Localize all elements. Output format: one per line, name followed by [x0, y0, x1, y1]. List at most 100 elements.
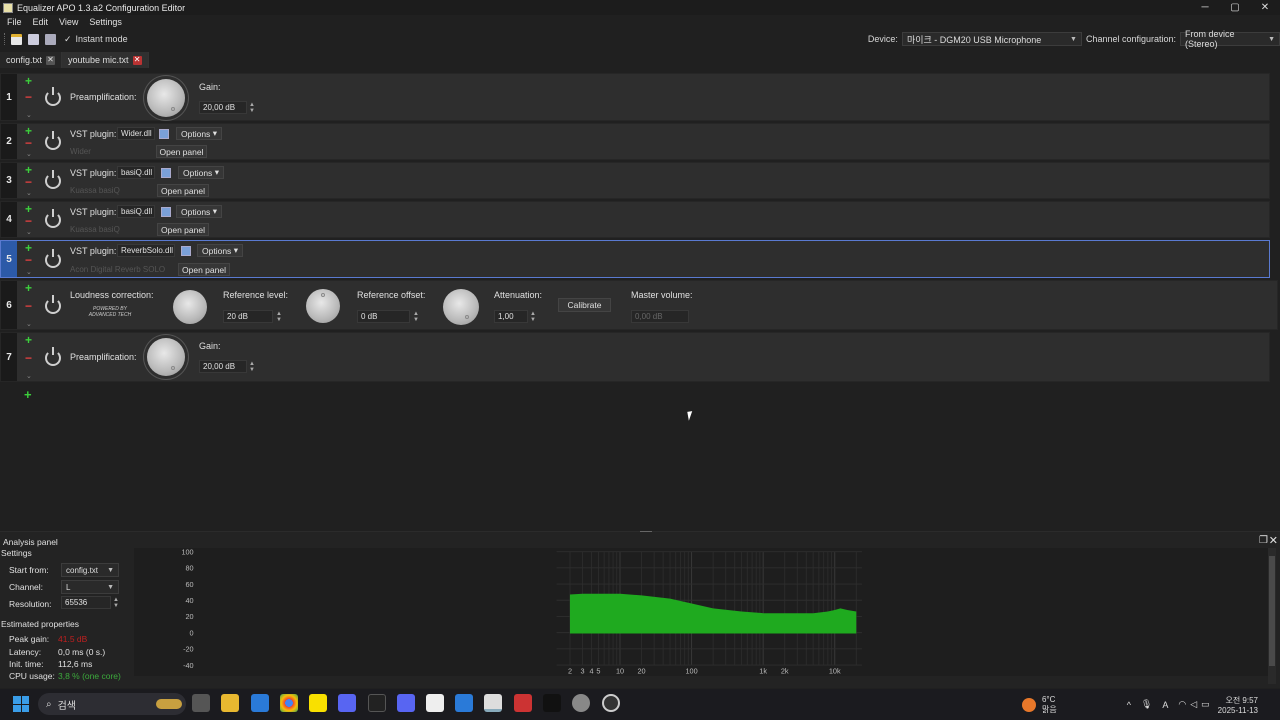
app-icon[interactable] [602, 694, 620, 712]
expand-icon[interactable]: ⌄ [26, 372, 32, 380]
kakaotalk-icon[interactable] [309, 694, 327, 712]
tab-youtube-mic[interactable]: youtube mic.txt ✕ [62, 52, 149, 68]
power-icon[interactable] [45, 131, 61, 150]
add-above-icon[interactable]: + [25, 282, 32, 294]
start-icon[interactable] [13, 696, 29, 712]
vst-file-field[interactable]: ReverbSolo.dll [117, 244, 175, 257]
reference-level-spinner[interactable]: ▲ ▼ [275, 310, 283, 323]
options-button[interactable]: Options ▾ [176, 127, 222, 140]
discord-ptb-icon[interactable] [397, 694, 415, 712]
app-icon[interactable] [543, 694, 561, 712]
close-tab-icon[interactable]: ✕ [132, 55, 142, 65]
attenuation-spinner[interactable]: ▲ ▼ [529, 310, 537, 323]
power-icon[interactable] [45, 347, 61, 366]
power-icon[interactable] [45, 170, 61, 189]
settings-icon[interactable] [572, 694, 590, 712]
expand-icon[interactable]: ⌄ [26, 150, 32, 158]
power-icon[interactable] [45, 87, 61, 106]
resolution-spinner[interactable]: ▲ ▼ [112, 596, 120, 609]
options-button[interactable]: Options ▾ [176, 205, 222, 218]
open-panel-button[interactable]: Open panel [178, 263, 230, 276]
add-filter-icon[interactable]: + [24, 387, 32, 402]
file-explorer-icon[interactable] [221, 694, 239, 712]
browse-file-icon[interactable] [161, 168, 171, 178]
chevron-up-icon[interactable]: ^ [1127, 700, 1131, 710]
taskbar-search[interactable]: ⌕ 검색 [38, 693, 186, 715]
remove-icon[interactable]: − [25, 300, 32, 312]
chrome-icon[interactable] [280, 694, 298, 712]
scrollbar-thumb[interactable] [1269, 556, 1275, 666]
channel-config-select[interactable]: From device (Stereo) ▼ [1180, 29, 1280, 49]
remove-icon[interactable]: − [25, 352, 32, 364]
power-icon[interactable] [45, 209, 61, 228]
instant-mode-label[interactable]: Instant mode [76, 34, 128, 44]
reference-offset-field[interactable]: 0 dB [357, 310, 410, 323]
open-panel-button[interactable]: Open panel [157, 223, 209, 236]
battery-icon[interactable]: ▭ [1201, 699, 1210, 710]
discord-icon[interactable] [338, 694, 356, 712]
expand-icon[interactable]: ⌄ [26, 268, 32, 276]
power-icon[interactable] [45, 249, 61, 268]
add-above-icon[interactable]: + [25, 334, 32, 346]
gain-knob[interactable] [147, 338, 185, 376]
start-from-select[interactable]: config.txt ▼ [61, 563, 119, 577]
expand-icon[interactable]: ⌄ [26, 320, 32, 328]
device-select[interactable]: 마이크 - DGM20 USB Microphone ▼ [901, 32, 1082, 46]
minimize-button[interactable]: ─ [1190, 0, 1220, 15]
resolution-field[interactable]: 65536 [61, 596, 111, 609]
task-view-icon[interactable] [192, 694, 210, 712]
options-button[interactable]: Options ▾ [197, 244, 243, 257]
loudness-knob[interactable] [173, 290, 207, 324]
browse-file-icon[interactable] [181, 246, 191, 256]
browse-file-icon[interactable] [161, 207, 171, 217]
vst-file-field[interactable]: Wider.dll [117, 127, 155, 140]
gain-field[interactable]: 20,00 dB [199, 360, 247, 373]
power-icon[interactable] [45, 295, 61, 314]
tab-config[interactable]: config.txt ✕ [0, 52, 63, 68]
volume-icon[interactable]: ◁ [1190, 699, 1197, 710]
gain-knob[interactable] [147, 79, 185, 117]
open-panel-button[interactable]: Open panel [156, 145, 207, 158]
gain-spinner[interactable]: ▲ ▼ [248, 101, 256, 114]
vst-file-field[interactable]: basiQ.dll [117, 166, 155, 179]
splitter-handle[interactable] [640, 531, 652, 532]
attenuation-field[interactable]: 1,00 [494, 310, 528, 323]
reference-level-knob[interactable] [306, 289, 340, 323]
new-file-icon[interactable] [11, 33, 22, 45]
vertical-scrollbar[interactable] [1268, 548, 1276, 684]
equalizer-editor-icon[interactable] [484, 694, 502, 712]
menu-settings[interactable]: Settings [82, 17, 126, 27]
app-icon[interactable] [426, 694, 444, 712]
channel-select[interactable]: L ▼ [61, 580, 119, 594]
close-tab-icon[interactable]: ✕ [46, 55, 56, 65]
options-button[interactable]: Options ▾ [178, 166, 224, 179]
expand-icon[interactable]: ⌄ [26, 189, 32, 197]
menu-file[interactable]: File [0, 17, 26, 27]
float-panel-icon[interactable]: ❐ [1259, 535, 1268, 546]
close-button[interactable]: ✕ [1250, 0, 1280, 15]
save-icon[interactable] [28, 33, 39, 45]
expand-icon[interactable]: ⌄ [26, 111, 32, 119]
reference-offset-spinner[interactable]: ▲ ▼ [412, 310, 420, 323]
calibrate-button[interactable]: Calibrate [558, 298, 611, 312]
remove-icon[interactable]: − [25, 176, 32, 188]
menu-edit[interactable]: Edit [26, 17, 53, 27]
add-above-icon[interactable]: + [25, 203, 32, 215]
browse-file-icon[interactable] [159, 129, 169, 139]
open-panel-button[interactable]: Open panel [157, 184, 209, 197]
add-above-icon[interactable]: + [25, 164, 32, 176]
app-icon[interactable] [514, 694, 532, 712]
remove-icon[interactable]: − [25, 91, 32, 103]
app-icon[interactable] [368, 694, 386, 712]
microphone-icon[interactable]: 🎙 [1141, 699, 1152, 710]
menu-view[interactable]: View [52, 17, 82, 27]
maximize-button[interactable]: ▢ [1220, 0, 1250, 15]
wifi-icon[interactable]: ◠ [1178, 699, 1186, 710]
save-as-icon[interactable] [45, 33, 56, 45]
close-panel-icon[interactable]: ✕ [1269, 534, 1278, 547]
remove-icon[interactable]: − [25, 215, 32, 227]
instant-mode-check-icon[interactable]: ✓ [64, 34, 72, 45]
expand-icon[interactable]: ⌄ [26, 228, 32, 236]
store-icon[interactable] [251, 694, 269, 712]
ime-indicator[interactable]: A [1162, 700, 1168, 710]
